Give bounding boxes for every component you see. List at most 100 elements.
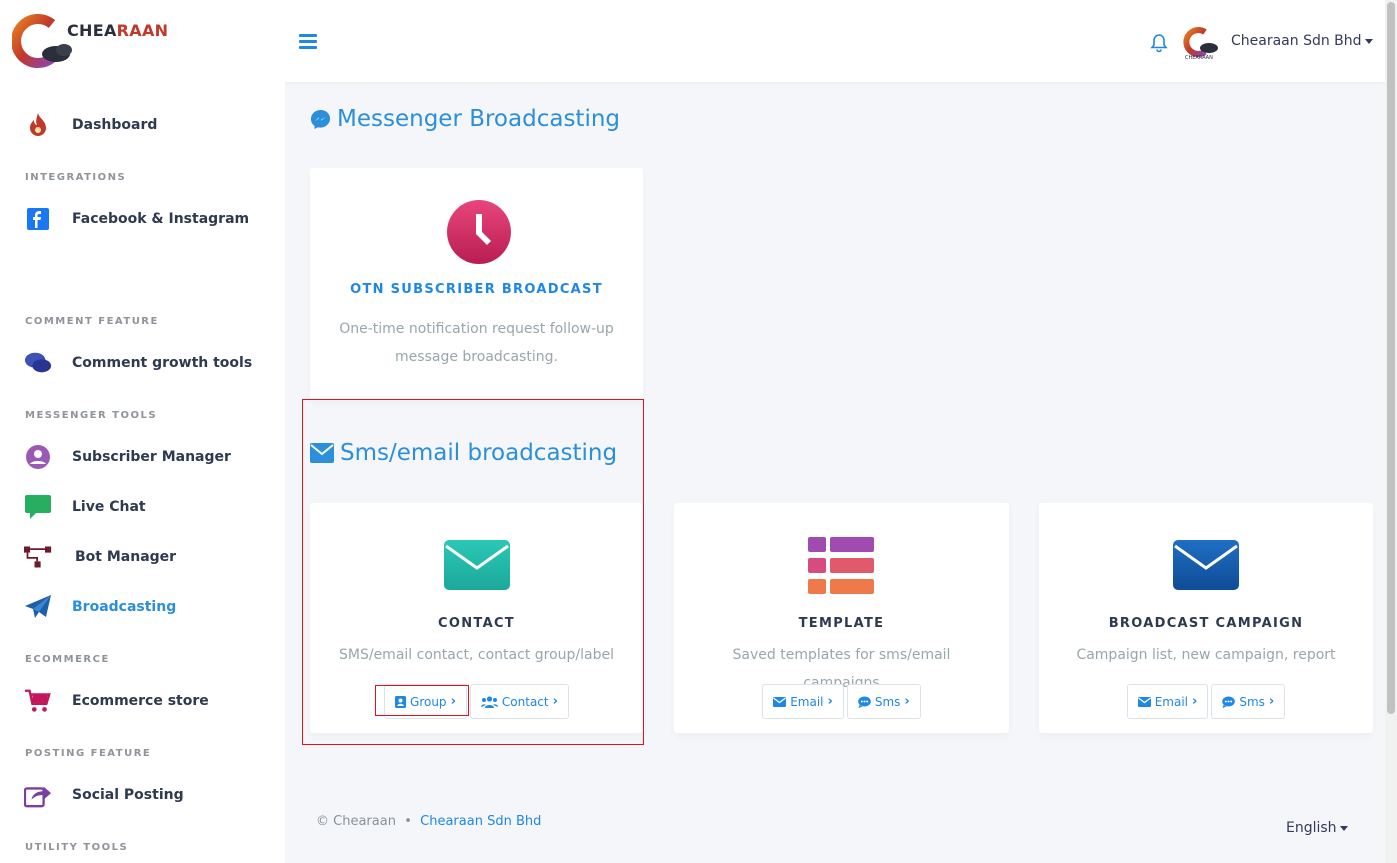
svg-text:CHEARAAN: CHEARAAN — [1185, 55, 1213, 60]
language-label: English — [1286, 820, 1337, 836]
facebook-icon — [24, 205, 52, 233]
caret-down-icon — [1364, 38, 1373, 44]
contact-card-title: CONTACT — [438, 616, 515, 631]
sidebar-item-comment-growth[interactable]: Comment growth tools — [24, 348, 252, 378]
sms-email-broadcasting-heading: Sms/email broadcasting — [310, 440, 617, 466]
page-scrollbar[interactable] — [1385, 0, 1397, 863]
user-menu-dropdown[interactable]: Chearaan Sdn Bhd — [1231, 33, 1373, 49]
sidebar-item-bot-manager[interactable]: Bot Manager — [24, 542, 176, 572]
top-navbar: CHEARAAN CHEARAAN Chearaan Sdn Bhd — [0, 0, 1385, 82]
chat-bubble-icon — [24, 493, 52, 521]
contact-card-description: SMS/email contact, contact group/label — [339, 647, 614, 663]
sidebar-item-label: Subscriber Manager — [72, 449, 231, 465]
users-icon — [480, 695, 498, 708]
template-card-title: TEMPLATE — [798, 616, 885, 631]
group-button-label: Group — [410, 694, 447, 709]
template-email-label: Email — [790, 694, 824, 709]
shopping-cart-icon — [24, 687, 52, 715]
sidebar-section-integrations: INTEGRATIONS — [25, 172, 127, 183]
comment-dots-icon — [1222, 696, 1236, 708]
campaign-card-title: BROADCAST CAMPAIGN — [1108, 616, 1304, 631]
user-avatar[interactable]: CHEARAAN — [1183, 26, 1221, 61]
sidebar-item-live-chat[interactable]: Live Chat — [24, 492, 146, 522]
group-button[interactable]: Group › — [384, 684, 467, 719]
clock-icon — [447, 200, 511, 264]
template-button-row: Email › Sms › — [674, 684, 1009, 719]
sidebar-item-label: Comment growth tools — [72, 355, 253, 371]
messenger-broadcasting-heading: Messenger Broadcasting — [310, 106, 620, 132]
campaign-sms-label: Sms — [1239, 694, 1265, 709]
sidebar-section-utility: UTILITY TOOLS — [25, 842, 129, 853]
sidebar-item-label: Dashboard — [72, 117, 158, 133]
sitemap-icon — [24, 543, 52, 571]
caret-down-icon — [1339, 825, 1348, 831]
sidebar-item-broadcasting[interactable]: Broadcasting — [24, 592, 176, 622]
sidebar-item-subscriber-manager[interactable]: Subscriber Manager — [24, 442, 231, 472]
footer-separator: • — [404, 814, 412, 829]
sidebar-item-social-posting[interactable]: Social Posting — [24, 780, 184, 810]
sidebar-item-ecommerce-store[interactable]: Ecommerce store — [24, 686, 209, 716]
messenger-icon — [310, 109, 331, 129]
sidebar-section-posting: POSTING FEATURE — [25, 748, 152, 759]
address-book-icon — [395, 695, 407, 708]
sidebar-item-label: Broadcasting — [72, 599, 177, 615]
logo-icon — [11, 14, 72, 68]
scrollbar-thumb[interactable] — [1387, 2, 1395, 714]
template-sms-button[interactable]: Sms › — [846, 684, 921, 719]
language-dropdown[interactable]: English — [1286, 820, 1348, 836]
campaign-email-label: Email — [1154, 694, 1188, 709]
user-circle-icon — [24, 443, 52, 471]
sidebar-item-label: Live Chat — [72, 499, 146, 515]
contact-button-label: Contact — [501, 694, 549, 709]
notification-bell-icon[interactable] — [1149, 33, 1169, 53]
broadcast-campaign-card[interactable]: BROADCAST CAMPAIGN Campaign list, new ca… — [1039, 503, 1373, 733]
messenger-title: Messenger Broadcasting — [337, 106, 621, 132]
logo-text-b: RAAN — [116, 21, 169, 40]
sidebar-item-dashboard[interactable]: Dashboard — [24, 110, 157, 140]
chevron-right-icon: › — [904, 694, 910, 709]
envelope-icon — [1137, 696, 1151, 707]
contact-button-row: Group › Contact › — [310, 684, 643, 719]
logo-wordmark: CHEARAAN — [67, 21, 168, 40]
menu-toggle-icon[interactable] — [299, 34, 317, 50]
campaign-sms-button[interactable]: Sms › — [1211, 684, 1286, 719]
paper-plane-icon — [24, 593, 52, 621]
campaign-button-row: Email › Sms › — [1039, 684, 1373, 719]
otn-subscriber-broadcast-card[interactable]: OTN SUBSCRIBER BROADCAST One-time notifi… — [310, 168, 643, 400]
footer-company-link[interactable]: Chearaan Sdn Bhd — [420, 814, 541, 829]
share-square-icon — [24, 781, 52, 809]
sidebar-item-facebook-instagram[interactable]: Facebook & Instagram — [24, 204, 249, 234]
campaign-email-button[interactable]: Email › — [1126, 684, 1209, 719]
template-card[interactable]: TEMPLATE Saved templates for sms/email c… — [674, 503, 1009, 733]
sidebar-item-label: Social Posting — [72, 787, 184, 803]
sidebar-item-label: Facebook & Instagram — [72, 211, 250, 227]
envelope-blue-icon — [1173, 540, 1239, 590]
user-name: Chearaan Sdn Bhd — [1231, 33, 1362, 49]
footer-copyright: © Chearaan • Chearaan Sdn Bhd — [316, 814, 541, 829]
sidebar-section-messenger: MESSENGER TOOLS — [25, 410, 158, 421]
comment-dots-icon — [858, 696, 871, 708]
logo-text-a: CHEA — [67, 21, 117, 40]
template-email-button[interactable]: Email › — [762, 684, 844, 719]
chevron-right-icon: › — [450, 694, 456, 709]
campaign-card-description: Campaign list, new campaign, report — [1076, 647, 1336, 663]
contact-card[interactable]: CONTACT SMS/email contact, contact group… — [310, 503, 643, 733]
chevron-right-icon: › — [552, 694, 558, 709]
fire-icon — [24, 111, 52, 139]
chevron-right-icon: › — [1268, 694, 1275, 709]
sidebar: Dashboard INTEGRATIONS Facebook & Instag… — [0, 82, 285, 863]
template-sms-label: Sms — [874, 694, 901, 709]
envelope-icon — [773, 696, 787, 707]
envelope-teal-icon — [444, 540, 510, 590]
sidebar-item-label: Bot Manager — [75, 549, 177, 565]
otn-card-title: OTN SUBSCRIBER BROADCAST — [350, 282, 603, 297]
contact-button[interactable]: Contact › — [469, 684, 569, 719]
envelope-icon — [310, 443, 334, 463]
chevron-right-icon: › — [827, 694, 833, 709]
sidebar-section-ecommerce: ECOMMERCE — [25, 654, 110, 665]
sidebar-item-label: Ecommerce store — [72, 693, 209, 709]
sms-email-title: Sms/email broadcasting — [340, 440, 618, 466]
chevron-right-icon: › — [1192, 694, 1198, 709]
otn-card-description: One-time notification request follow-up … — [339, 321, 614, 365]
sidebar-section-comment: COMMENT FEATURE — [25, 316, 159, 327]
